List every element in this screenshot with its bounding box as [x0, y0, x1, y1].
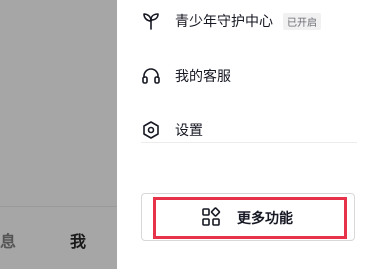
hexagon-settings-icon	[143, 121, 159, 139]
dimmed-overlay[interactable]: 息 我	[0, 0, 117, 269]
headset-icon	[142, 68, 160, 84]
menu-item-label: 我的客服	[175, 69, 231, 85]
bottom-nav-me[interactable]: 我	[70, 228, 86, 252]
bottom-nav-divider	[0, 206, 117, 207]
menu-item-label: 设置	[175, 123, 203, 139]
bottom-nav-messages-partial[interactable]: 息	[0, 228, 16, 252]
menu-item-label: 青少年守护中心	[175, 14, 273, 30]
menu-item-customer-service[interactable]: 我的客服	[117, 58, 370, 94]
highlight-box	[153, 197, 347, 239]
divider	[141, 142, 357, 143]
status-badge: 已开启	[283, 12, 321, 30]
side-drawer: 青少年守护中心 已开启 我的客服 设置 更多功能	[117, 0, 370, 269]
menu-item-youth-guard[interactable]: 青少年守护中心 已开启	[117, 3, 370, 39]
sprout-icon	[143, 13, 159, 30]
